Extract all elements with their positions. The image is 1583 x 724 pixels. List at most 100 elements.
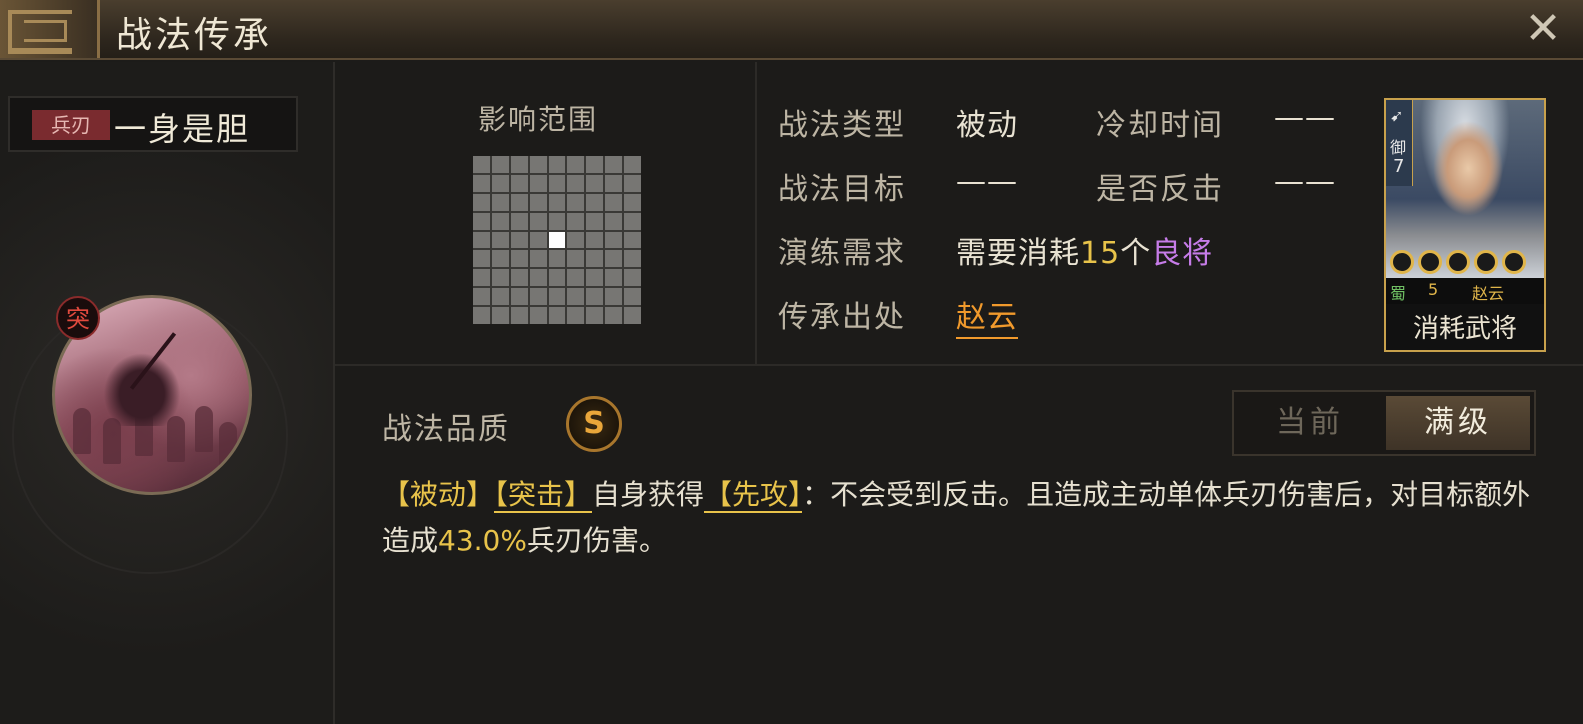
- range-cell: [491, 269, 509, 287]
- soldier-figure: [73, 408, 91, 454]
- hero-level: 7: [1393, 156, 1405, 177]
- card-caption: 消耗武将: [1412, 314, 1517, 344]
- range-cell: [529, 250, 547, 268]
- range-cell: [510, 212, 528, 230]
- range-cell: [491, 212, 509, 230]
- range-cell: [586, 231, 604, 249]
- origin-hero-link[interactable]: 赵云: [956, 300, 1018, 339]
- desc-tag-first-strike[interactable]: 【先攻】: [704, 478, 803, 513]
- troop-type: 御: [1390, 138, 1407, 157]
- close-icon: ✕: [1524, 3, 1562, 54]
- desc-text: 兵刃伤害。: [526, 524, 667, 557]
- title-ornament: [0, 0, 100, 58]
- range-cell: [473, 288, 490, 306]
- range-cell: [567, 212, 585, 230]
- range-cell: [567, 174, 585, 192]
- divider: [335, 364, 1583, 366]
- range-cell: [473, 156, 490, 173]
- range-cell: [624, 231, 641, 249]
- desc-tag-passive: 【被动】: [382, 478, 495, 511]
- range-cell: [624, 288, 641, 306]
- range-cell: [548, 307, 566, 324]
- range-cell: [529, 212, 547, 230]
- range-cell: [491, 250, 509, 268]
- range-cell: [624, 174, 641, 192]
- star-icon: [1418, 250, 1442, 274]
- range-cell: [473, 212, 490, 230]
- cooldown-label: 冷却时间: [1096, 108, 1224, 143]
- level-toggle: 当前 满级: [1232, 390, 1536, 456]
- star-icon: [1446, 250, 1470, 274]
- counter-label: 是否反击: [1096, 172, 1224, 207]
- toggle-max-level[interactable]: 满级: [1386, 396, 1530, 450]
- range-cell: [529, 174, 547, 192]
- range-cell: [567, 231, 585, 249]
- range-cell: [586, 307, 604, 324]
- desc-text: 自身获得: [592, 478, 705, 511]
- range-cell: [624, 212, 641, 230]
- range-cell: [548, 156, 566, 173]
- range-cell: [510, 231, 528, 249]
- toggle-current[interactable]: 当前: [1238, 396, 1382, 450]
- range-cell: [605, 269, 623, 287]
- range-cell: [548, 269, 566, 287]
- range-cell: [491, 307, 509, 324]
- range-cell: [473, 193, 490, 211]
- range-cell: [491, 231, 509, 249]
- range-cell: [548, 174, 566, 192]
- close-button[interactable]: ✕: [1520, 6, 1566, 52]
- range-cell: [510, 269, 528, 287]
- rider-figure: [97, 346, 187, 426]
- range-cell: [586, 193, 604, 211]
- range-cell: [473, 250, 490, 268]
- skill-name-box: 兵刃 一身是胆: [8, 96, 298, 152]
- range-cell: [567, 156, 585, 173]
- star-icon: [1474, 250, 1498, 274]
- range-cell: [510, 307, 528, 324]
- hero-info-bar: 蜀 5 赵云: [1386, 278, 1544, 304]
- range-cell: [586, 212, 604, 230]
- cooldown-value: ——: [1274, 100, 1336, 135]
- requirement-prefix: 需要消耗: [956, 236, 1080, 271]
- divider: [755, 62, 757, 364]
- range-cell: [529, 269, 547, 287]
- requirement-unit: 个: [1120, 236, 1152, 271]
- soldier-figure: [195, 406, 213, 452]
- range-cell: [624, 307, 641, 324]
- consumed-general-card[interactable]: ➹ 御 7 蜀 5 赵云 消耗武将: [1384, 98, 1546, 352]
- requirement-label: 演练需求: [778, 236, 906, 271]
- range-cell: [567, 307, 585, 324]
- requirement-quality: 良将: [1151, 236, 1214, 271]
- range-cell: [510, 288, 528, 306]
- range-cell: [529, 193, 547, 211]
- range-cell: [548, 212, 566, 230]
- star-rating: [1390, 250, 1540, 276]
- range-cell: [605, 307, 623, 324]
- range-cell: [605, 231, 623, 249]
- range-cell: [624, 269, 641, 287]
- troop-flag: ➹ 御 7: [1386, 100, 1413, 186]
- range-cell: [473, 231, 490, 249]
- range-cell: [529, 288, 547, 306]
- range-cell-target: [548, 231, 566, 249]
- target-label: 战法目标: [778, 172, 906, 207]
- star-icon: [1390, 250, 1414, 274]
- range-cell: [491, 288, 509, 306]
- requirement-value: 需要消耗15个良将: [956, 228, 1213, 272]
- range-grid: [473, 156, 641, 324]
- range-cell: [510, 193, 528, 211]
- range-cell: [586, 174, 604, 192]
- range-cell: [491, 156, 509, 173]
- title-bar: 战法传承 ✕: [0, 0, 1583, 60]
- range-cell: [624, 193, 641, 211]
- requirement-count: 15: [1080, 236, 1121, 271]
- range-cell: [473, 269, 490, 287]
- range-cell: [586, 156, 604, 173]
- range-cell: [586, 269, 604, 287]
- range-cell: [548, 250, 566, 268]
- range-cell: [624, 250, 641, 268]
- desc-tag-assault[interactable]: 【突击】: [494, 478, 593, 513]
- skill-type-value: 被动: [956, 108, 1018, 143]
- range-cell: [605, 212, 623, 230]
- hero-name: 赵云: [1472, 284, 1505, 303]
